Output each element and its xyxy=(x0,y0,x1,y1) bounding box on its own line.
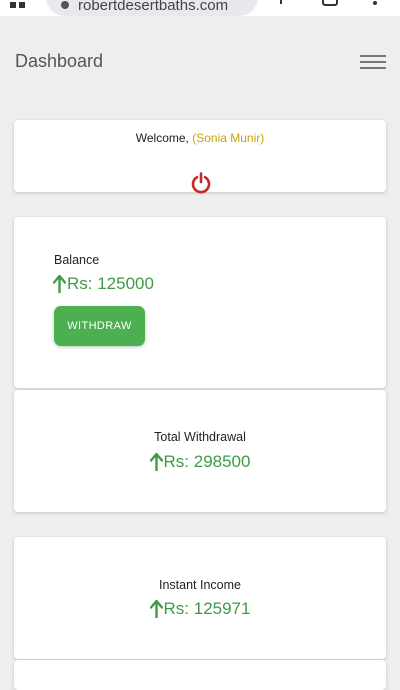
withdraw-button[interactable]: WITHDRAW xyxy=(54,306,145,346)
total-withdrawal-amount: Rs: 298500 xyxy=(163,452,251,471)
total-withdrawal-label: Total Withdrawal xyxy=(154,430,246,444)
up-arrow-icon xyxy=(149,453,163,471)
lock-icon xyxy=(61,1,69,9)
address-bar-url: robertdesertbaths.com xyxy=(78,0,229,14)
total-withdrawal-card: Total Withdrawal Rs: 298500 xyxy=(14,390,386,512)
page-title: Dashboard xyxy=(15,51,104,71)
total-withdrawal-amount-row: Rs: 298500 xyxy=(14,452,386,472)
balance-amount: Rs: 125000 xyxy=(67,274,154,293)
hamburger-menu-icon[interactable] xyxy=(360,55,386,71)
balance-label: Balance xyxy=(54,253,100,267)
share-icon[interactable] xyxy=(278,0,284,4)
balance-card: Balance Rs: 125000 WITHDRAW xyxy=(14,217,386,388)
kebab-menu-icon[interactable] xyxy=(373,0,377,6)
instant-income-label: Instant Income xyxy=(159,578,241,592)
up-arrow-icon xyxy=(53,275,66,293)
address-bar[interactable]: robertdesertbaths.com xyxy=(46,0,258,16)
welcome-prefix: Welcome, xyxy=(135,131,193,145)
tab-count-icon[interactable] xyxy=(322,0,338,6)
instant-income-amount-row: Rs: 125971 xyxy=(14,599,386,619)
next-card xyxy=(14,660,386,690)
browser-toolbar: robertdesertbaths.com xyxy=(0,0,400,16)
instant-income-card: Instant Income Rs: 125971 xyxy=(14,537,386,659)
welcome-card: Welcome, (Sonia Munir) xyxy=(14,120,386,194)
tabs-icon[interactable] xyxy=(10,0,26,8)
username: (Sonia Munir) xyxy=(192,131,265,145)
welcome-message: Welcome, (Sonia Munir) xyxy=(14,131,386,145)
balance-amount-row: Rs: 125000 xyxy=(53,274,154,294)
instant-income-amount: Rs: 125971 xyxy=(163,599,251,618)
up-arrow-icon xyxy=(149,600,163,618)
power-icon[interactable] xyxy=(190,172,212,194)
page-header: Dashboard xyxy=(0,40,400,84)
